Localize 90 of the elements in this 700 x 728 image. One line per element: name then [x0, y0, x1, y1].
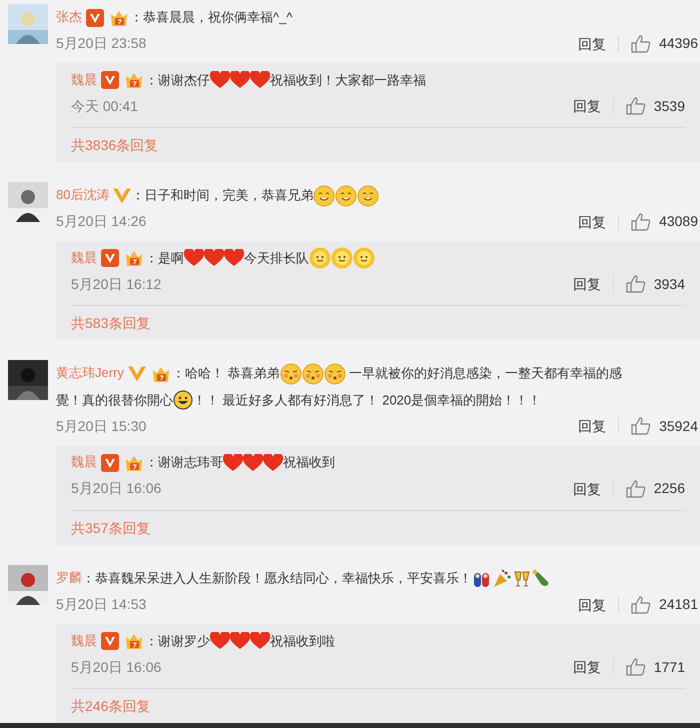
verified-badge-icon: [101, 632, 119, 650]
heart-icon: [243, 454, 263, 472]
user-name[interactable]: 80后沈涛: [56, 187, 110, 202]
verified-badge-icon: [113, 186, 132, 205]
reply-button[interactable]: 回复: [572, 659, 614, 676]
thumbs-up-icon[interactable]: [626, 658, 646, 676]
timestamp: 5月20日 16:06: [71, 658, 162, 677]
comment-text: 今天排长队: [244, 250, 309, 266]
heart-icon: [250, 632, 270, 650]
more-replies-link[interactable]: 共357条回复: [71, 520, 150, 536]
smiley-icon: [357, 184, 380, 207]
user-name[interactable]: 魏晨: [71, 454, 97, 470]
sun-face-icon: [331, 247, 353, 270]
sun-face-icon: [309, 247, 331, 270]
thumbs-up-icon[interactable]: [626, 275, 646, 294]
like-count: 43089: [659, 212, 698, 232]
heart-icon: [184, 249, 204, 268]
reply-button[interactable]: 回复: [572, 98, 614, 114]
thumbs-up-icon[interactable]: [631, 596, 652, 614]
smiley-icon: [335, 184, 358, 207]
reply-button[interactable]: 回复: [578, 418, 620, 434]
comment-text: ：日子和时间，完美，恭喜兄弟: [131, 188, 314, 203]
like-count: 35924: [659, 416, 698, 436]
comment-text: ：恭喜晨晨，祝你俩幸福^_^: [130, 10, 292, 25]
timestamp: 5月20日 14:53: [56, 595, 146, 614]
user-name[interactable]: 魏晨: [71, 72, 97, 87]
thumbs-up-icon[interactable]: [626, 480, 646, 498]
timestamp: 5月20日 14:26: [56, 212, 146, 232]
like-count: 2256: [654, 479, 685, 498]
grinning-face-icon: [173, 390, 193, 410]
heart-icon: [230, 71, 250, 90]
comment-text: ：谢谢志玮哥: [145, 454, 223, 470]
reply-button[interactable]: 回复: [572, 480, 614, 497]
heart-icon: [250, 71, 270, 90]
verified-badge-icon: [101, 71, 119, 90]
heart-icon: [223, 454, 243, 472]
reply-button[interactable]: 回复: [578, 214, 620, 230]
user-name[interactable]: 张杰: [56, 9, 82, 24]
reply-button[interactable]: 回复: [572, 276, 614, 292]
comment-text: ：哈哈！ 恭喜弟弟: [172, 366, 280, 381]
comment-text: 祝福收到: [283, 454, 335, 470]
timestamp: 今天 00:41: [71, 96, 138, 116]
reply-button[interactable]: 回复: [578, 36, 620, 52]
more-replies-link[interactable]: 共246条回复: [71, 698, 150, 714]
smiley-icon: [313, 184, 336, 207]
glasses-icon: [512, 568, 532, 588]
user-name[interactable]: 魏晨: [71, 632, 97, 648]
thumbs-up-icon[interactable]: [631, 417, 652, 436]
heart-icon: [230, 632, 250, 650]
timestamp: 5月20日 23:58: [56, 34, 146, 54]
like-count: 1771: [654, 658, 685, 677]
timestamp: 5月20日 15:30: [56, 416, 146, 436]
blushing-face-icon: [302, 362, 324, 385]
heart-icon: [210, 71, 230, 90]
user-name[interactable]: 黄志玮Jerry: [56, 365, 124, 380]
comment-text: ！！ 最近好多人都有好消息了！ 2020是個幸福的開始！！！: [193, 392, 542, 408]
comment-text: 一早就被你的好消息感染，一整天都有幸福的感: [348, 366, 622, 381]
comment-text: 祝福收到！大家都一路幸福: [270, 72, 426, 88]
verified-badge-icon: [86, 8, 104, 27]
sun-face-icon: [353, 247, 375, 270]
heart-icon: [263, 454, 283, 472]
more-replies-link[interactable]: 共3836条回复: [71, 137, 158, 154]
thumbs-up-icon[interactable]: [626, 97, 646, 116]
comment-text: ：是啊: [145, 250, 184, 266]
comment-text: 祝福收到啦: [270, 633, 335, 648]
like-count: 24181: [659, 595, 698, 614]
verified-badge-icon: [101, 249, 119, 268]
user-name[interactable]: 罗麟: [56, 570, 82, 585]
thumbs-up-icon[interactable]: [631, 34, 652, 53]
party-popper-icon: [492, 568, 512, 588]
blushing-face-icon: [280, 362, 302, 385]
heart-icon: [210, 632, 230, 650]
like-count: 3934: [654, 274, 685, 294]
thumbs-up-icon[interactable]: [631, 212, 652, 231]
verified-badge-icon: [101, 454, 119, 472]
like-count: 44396: [659, 34, 698, 54]
comment-text: ：恭喜魏呆呆进入人生新阶段！愿永结同心，幸福快乐，平安喜乐！: [82, 570, 472, 586]
heart-icon: [204, 249, 224, 268]
comment-text: 覺！真的很替你開心: [56, 392, 173, 408]
comment-text: ：谢谢杰仔: [145, 72, 210, 88]
reply-button[interactable]: 回复: [578, 596, 620, 612]
heart-icon: [224, 249, 244, 268]
verified-badge-icon: [128, 364, 146, 383]
timestamp: 5月20日 16:12: [71, 274, 162, 294]
like-count: 3539: [654, 96, 685, 116]
timestamp: 5月20日 16:06: [71, 479, 162, 498]
more-replies-link[interactable]: 共583条回复: [71, 315, 150, 332]
user-name[interactable]: 魏晨: [71, 250, 97, 265]
blushing-face-icon: [324, 362, 346, 385]
comment-text: ：谢谢罗少: [145, 633, 210, 648]
